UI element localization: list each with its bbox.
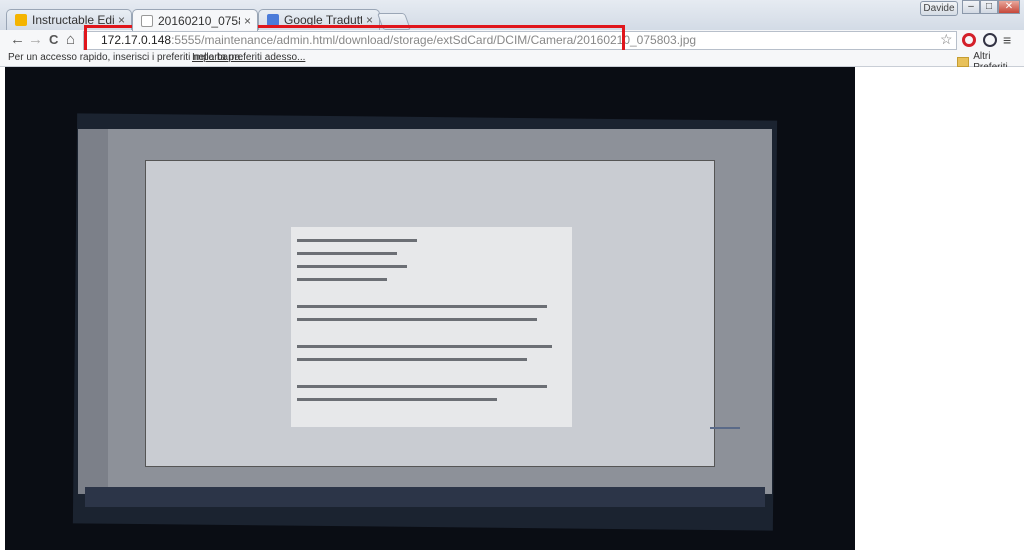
image-icon [141,14,153,27]
folder-icon [957,57,970,67]
photo-text-line [297,385,547,388]
photo-text-line [297,345,552,348]
instructables-icon [15,14,27,26]
forward-button[interactable]: → [28,31,43,49]
bookmark-star-icon[interactable]: ☆ [940,31,953,48]
close-window-button[interactable]: ✕ [998,0,1020,14]
photo-text-line [297,398,497,401]
photo-text-line [297,252,397,255]
photo-text-line [297,358,527,361]
minimize-button[interactable]: – [962,0,980,14]
reload-button[interactable]: C [49,31,58,49]
close-tab-icon[interactable]: × [244,14,251,28]
photo-text-line [297,239,417,242]
tab-image[interactable]: 20160210_075803.jpg (32 × [132,9,258,31]
photo-taskbar [85,487,765,507]
photo-text-line [297,318,537,321]
photo-text-line [297,265,407,268]
opera-extension-icon[interactable] [962,33,976,47]
photo-text-line [297,278,387,281]
chrome-menu-icon[interactable]: ≡ [1003,32,1011,48]
import-bookmarks-link[interactable]: Importa preferiti adesso... [192,52,305,63]
photo-panel [710,427,740,429]
back-button[interactable]: ← [10,31,25,49]
photo-document-page [291,227,572,427]
tab-label: 20160210_075803.jpg (32 [158,13,240,28]
block-extension-icon[interactable] [983,33,997,47]
maximize-button[interactable]: □ [980,0,998,14]
home-button[interactable]: ⌂ [66,31,75,49]
displayed-photo [5,67,855,550]
photo-toolbox [78,129,108,494]
user-profile-button[interactable]: Davide [920,1,958,16]
photo-text-line [297,305,547,308]
